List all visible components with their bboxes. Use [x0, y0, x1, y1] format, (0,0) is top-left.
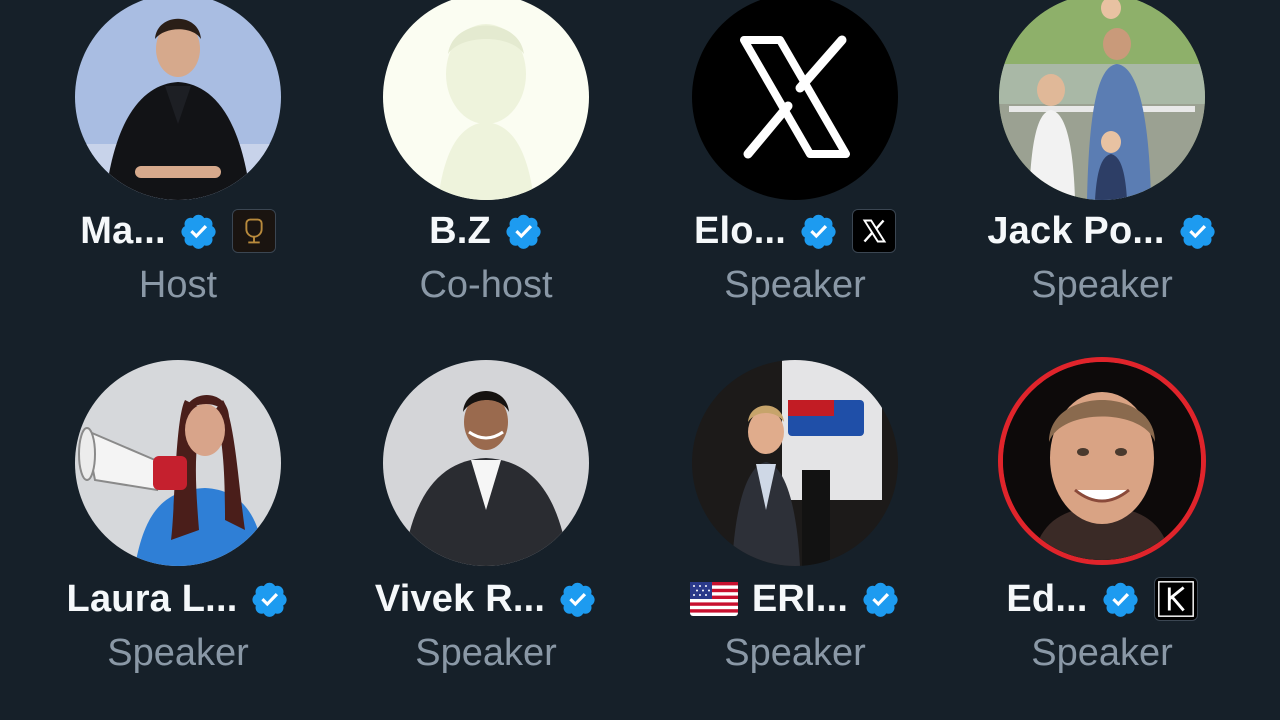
- participant-card[interactable]: Laura L... Speaker: [28, 360, 328, 690]
- us-flag-icon: [689, 582, 738, 616]
- avatar[interactable]: [383, 360, 589, 566]
- microphone-logo-icon[interactable]: [231, 209, 276, 253]
- participant-role: Speaker: [724, 632, 866, 674]
- avatar[interactable]: [692, 360, 898, 566]
- participant-card[interactable]: Elo... Speaker: [645, 0, 945, 324]
- avatar-image: [1003, 362, 1201, 560]
- verified-badge-icon: [1102, 580, 1140, 618]
- participant-card[interactable]: ERI... Speaker: [645, 360, 945, 690]
- verified-badge-icon: [862, 580, 900, 618]
- participant-card[interactable]: Ma... Host: [28, 0, 328, 324]
- verified-badge-icon: [559, 580, 597, 618]
- participant-role: Speaker: [1031, 632, 1173, 674]
- space-participants-grid: Ma... Host B.Z Co-host Elo... Speaker Ja…: [0, 0, 1280, 720]
- participant-name: Ma...: [80, 209, 166, 252]
- avatar-image: [383, 0, 589, 200]
- participant-role: Speaker: [107, 632, 249, 674]
- verified-badge-icon: [800, 212, 838, 250]
- avatar[interactable]: [383, 0, 589, 200]
- verified-badge-icon: [505, 212, 543, 250]
- participant-name: B.Z: [429, 209, 491, 252]
- k-logo-icon[interactable]: [1153, 577, 1198, 621]
- avatar[interactable]: [75, 360, 281, 566]
- x-logo-avatar: [692, 0, 898, 200]
- avatar-image: [75, 0, 281, 200]
- participant-role: Speaker: [724, 264, 866, 306]
- participant-card[interactable]: Jack Po... Speaker: [952, 0, 1252, 324]
- participant-name: Laura L...: [66, 577, 238, 620]
- participant-role: Speaker: [415, 632, 557, 674]
- participant-card[interactable]: Vivek R... Speaker: [336, 360, 636, 690]
- avatar[interactable]: [692, 0, 898, 200]
- avatar-image: [383, 360, 589, 566]
- avatar-speaking[interactable]: [1003, 362, 1201, 560]
- avatar-image: [75, 360, 281, 566]
- participant-name: Vivek R...: [374, 577, 546, 620]
- avatar-image: [999, 0, 1205, 200]
- verified-badge-icon: [180, 212, 218, 250]
- verified-badge-icon: [251, 580, 289, 618]
- participant-name: ERI...: [751, 577, 849, 620]
- participant-name: Ed...: [1006, 577, 1088, 620]
- x-logo-icon[interactable]: [852, 209, 896, 253]
- participant-name: Elo...: [694, 209, 786, 252]
- participant-card[interactable]: Ed... Speaker: [952, 360, 1252, 690]
- participant-card[interactable]: B.Z Co-host: [336, 0, 636, 324]
- avatar-image: [692, 360, 898, 566]
- participant-name: Jack Po...: [987, 209, 1165, 252]
- participant-role: Host: [138, 264, 218, 306]
- participant-role: Speaker: [1031, 264, 1173, 306]
- avatar[interactable]: [999, 0, 1205, 200]
- verified-badge-icon: [1179, 212, 1217, 250]
- participant-role: Co-host: [419, 264, 553, 306]
- avatar[interactable]: [75, 0, 281, 200]
